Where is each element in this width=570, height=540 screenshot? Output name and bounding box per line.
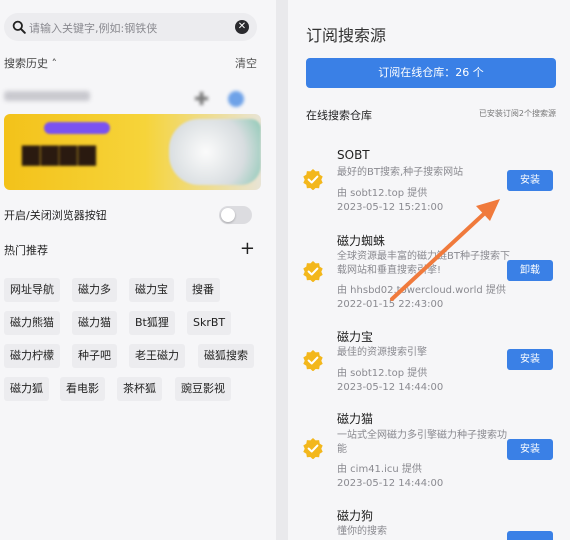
hot-recommend-label: 热门推荐	[4, 244, 48, 257]
search-placeholder: 请输入关键字,例如:钢铁侠	[29, 22, 158, 35]
hot-chip[interactable]: 磁力猫	[72, 311, 117, 335]
page-title: 订阅搜索源	[306, 26, 387, 45]
browser-toggle-label: 开启/关闭浏览器按钮	[4, 209, 107, 222]
check-badge-icon	[303, 438, 323, 459]
install-button[interactable]	[507, 531, 553, 540]
check-badge-icon	[303, 261, 323, 282]
source-desc: 一站式全网磁力多引擎磁力种子搜索功能	[337, 430, 507, 455]
install-button[interactable]: 安装	[507, 170, 553, 191]
install-button[interactable]: 安装	[507, 349, 553, 370]
hot-chip[interactable]: 磁力熊猫	[4, 311, 60, 335]
search-history-toggle[interactable]: 搜索历史 ˄	[4, 57, 57, 70]
uninstall-button[interactable]: 卸载	[507, 260, 553, 281]
install-button[interactable]: 安装	[507, 439, 553, 460]
source-provider: 由 sobt12.top 提供	[337, 188, 428, 199]
hot-chip[interactable]: 搜番	[186, 278, 220, 302]
repo-header: 在线搜索仓库 已安装订阅2个搜索源	[306, 107, 556, 122]
browser-toggle-switch[interactable]	[219, 206, 252, 224]
source-name: SOBT	[337, 148, 370, 162]
close-circle-icon[interactable]: ✕	[235, 20, 249, 34]
banner-graphic-text: ▆▆▆▆	[22, 140, 97, 166]
blurred-text	[4, 91, 90, 101]
promo-banner[interactable]: ▆▆▆▆	[4, 114, 261, 190]
source-date: 2023-05-12 15:21:00	[337, 202, 444, 213]
search-input[interactable]: 请输入关键字,例如:钢铁侠 ✕	[4, 13, 257, 41]
check-badge-icon	[303, 169, 323, 190]
hot-chip[interactable]: 磁力多	[72, 278, 117, 302]
source-provider: 由 hhsbd02.towercloud.world 提供	[337, 285, 506, 296]
installed-count: 已安装订阅2个搜索源	[478, 109, 556, 118]
repo-label: 在线搜索仓库	[306, 109, 372, 122]
hot-chip[interactable]: 看电影	[60, 377, 105, 401]
hot-chip[interactable]: Bt狐狸	[129, 311, 175, 335]
subscribe-panel: 订阅搜索源 订阅在线仓库：26 个 在线搜索仓库 已安装订阅2个搜索源 SOBT…	[288, 0, 570, 540]
gear-icon	[228, 91, 244, 107]
source-desc: 懂你的搜索	[337, 526, 387, 537]
hot-chip[interactable]: 老王磁力	[129, 344, 185, 368]
banner-tag	[44, 122, 110, 134]
hot-chip[interactable]: SkrBT	[187, 311, 232, 335]
source-provider: 由 sobt12.top 提供	[337, 368, 428, 379]
blurred-history-item: ✚	[4, 88, 257, 110]
hot-chip[interactable]: 磁力狐	[4, 377, 49, 401]
source-name: 磁力宝	[337, 330, 374, 344]
search-history-header: 搜索历史 ˄ 清空	[4, 55, 257, 71]
search-panel: 请输入关键字,例如:钢铁侠 ✕ 搜索历史 ˄ 清空 ✚ ▆▆▆▆ 开启/关闭浏览…	[0, 0, 276, 540]
source-desc: 全球资源最丰富的磁力链BT种子搜索下载网站和垂直搜索引擎!	[337, 251, 510, 276]
search-icon	[12, 20, 26, 34]
source-name: 磁力蜘蛛	[337, 234, 386, 248]
source-desc: 最佳的资源搜索引擎	[337, 347, 427, 358]
hot-chip[interactable]: 豌豆影视	[175, 377, 231, 401]
clear-history-button[interactable]: 清空	[235, 55, 257, 71]
source-name: 磁力猫	[337, 412, 374, 426]
browser-toggle-row: 开启/关闭浏览器按钮	[4, 205, 257, 227]
source-date: 2022-01-15 22:43:00	[337, 299, 444, 310]
plus-icon: ✚	[194, 89, 210, 110]
source-date: 2023-05-12 14:44:00	[337, 382, 444, 393]
hot-chip[interactable]: 磁狐搜索	[198, 344, 254, 368]
hot-chip[interactable]: 茶杯狐	[117, 377, 162, 401]
source-desc: 最好的BT搜索,种子搜索网站	[337, 167, 464, 178]
source-date: 2023-05-12 14:44:00	[337, 478, 444, 489]
hot-chip[interactable]: 磁力宝	[129, 278, 174, 302]
hot-chip[interactable]: 网址导航	[4, 278, 60, 302]
banner-image	[169, 119, 261, 185]
hot-chip[interactable]: 磁力柠檬	[4, 344, 60, 368]
add-icon[interactable]: +	[240, 238, 255, 259]
subscribe-repo-button[interactable]: 订阅在线仓库：26 个	[306, 58, 556, 88]
hot-chip[interactable]: 种子吧	[72, 344, 117, 368]
check-badge-icon	[303, 350, 323, 371]
source-name: 磁力狗	[337, 509, 374, 523]
hot-recommend-header: 热门推荐 +	[4, 238, 257, 259]
source-provider: 由 cim41.icu 提供	[337, 464, 422, 475]
